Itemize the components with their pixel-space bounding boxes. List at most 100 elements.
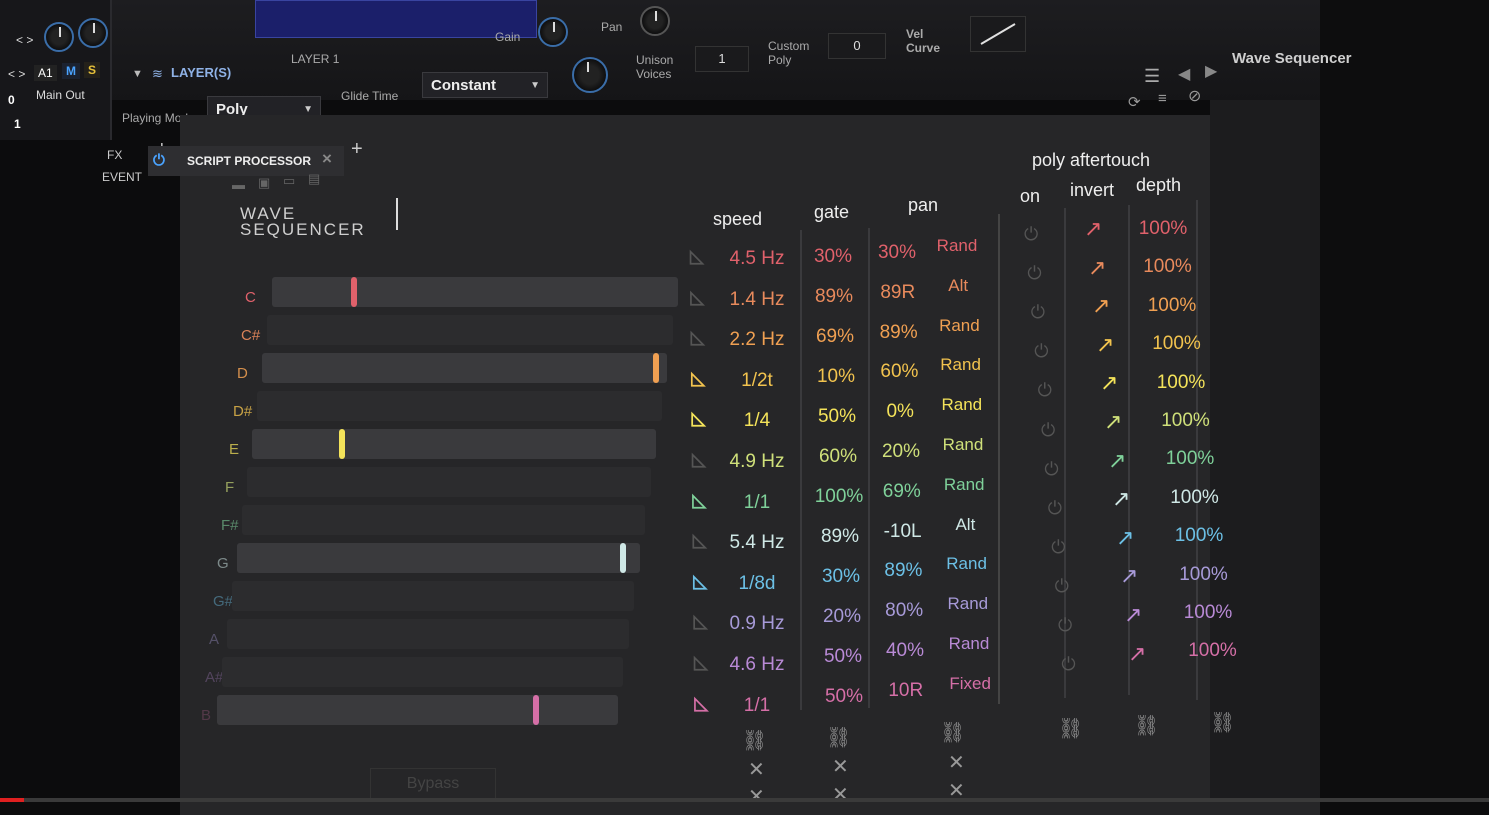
lock-icon[interactable]: ▣: [258, 175, 270, 191]
wave-position-marker[interactable]: [338, 429, 345, 459]
pan-mode[interactable]: Fixed: [925, 674, 1015, 694]
sync-icon[interactable]: ◺: [692, 490, 706, 511]
aftertouch-on-toggle[interactable]: ⏻: [1058, 615, 1072, 636]
depth-value[interactable]: 100%: [1159, 564, 1249, 586]
link-icon[interactable]: ⛓: [1210, 710, 1235, 735]
wave-bar[interactable]: [222, 657, 623, 687]
pan-mode[interactable]: Rand: [923, 594, 1013, 614]
depth-value[interactable]: 100%: [1154, 525, 1244, 547]
clear-icon[interactable]: ✕: [948, 750, 965, 775]
aftertouch-on-toggle[interactable]: ⏻: [1027, 263, 1041, 284]
next-preset-icon[interactable]: ▶: [1205, 61, 1217, 81]
wave-bar[interactable]: [257, 391, 662, 421]
aftertouch-on-toggle[interactable]: ⏻: [1038, 380, 1052, 401]
nav-arrows-2[interactable]: < >: [8, 67, 25, 81]
clear-icon[interactable]: ✕: [832, 782, 849, 807]
depth-value[interactable]: 100%: [1118, 218, 1208, 240]
invert-arrow-icon[interactable]: ↗: [1104, 409, 1122, 435]
invert-arrow-icon[interactable]: ↗: [1084, 216, 1102, 242]
folder-icon[interactable]: ▬: [232, 177, 245, 192]
main-out-selector[interactable]: Main Out: [36, 88, 85, 102]
speed-value[interactable]: 5.4 Hz: [712, 532, 802, 554]
aftertouch-on-toggle[interactable]: ⏻: [1024, 224, 1038, 245]
sync-icon[interactable]: ◺: [692, 449, 706, 470]
wave-position-marker[interactable]: [351, 277, 357, 307]
link-icon[interactable]: ⛓: [1058, 716, 1083, 741]
event-tab-label[interactable]: EVENT: [102, 170, 142, 184]
speed-value[interactable]: 1/2t: [712, 370, 802, 392]
invert-arrow-icon[interactable]: ↗: [1124, 602, 1142, 628]
invert-arrow-icon[interactable]: ↗: [1120, 563, 1138, 589]
gain-knob[interactable]: [538, 17, 568, 47]
invert-arrow-icon[interactable]: ↗: [1092, 293, 1110, 319]
sync-icon[interactable]: ◺: [691, 368, 705, 389]
pan-mode[interactable]: Rand: [917, 395, 1007, 415]
glide-mode-dropdown[interactable]: Constant ▼: [422, 72, 548, 98]
invert-arrow-icon[interactable]: ↗: [1100, 370, 1118, 396]
speed-value[interactable]: 1/8d: [712, 573, 802, 595]
vel-curve-display[interactable]: [970, 16, 1026, 52]
depth-value[interactable]: 100%: [1132, 333, 1222, 355]
refresh-icon[interactable]: ⟳: [1128, 93, 1141, 111]
invert-arrow-icon[interactable]: ↗: [1096, 332, 1114, 358]
strip-knob-1[interactable]: [44, 22, 74, 52]
wave-position-marker[interactable]: [653, 353, 660, 383]
bypass-circle-icon[interactable]: ⊘: [1188, 86, 1201, 106]
bus-a1[interactable]: A1: [34, 65, 57, 81]
link-icon[interactable]: ⛓: [1134, 713, 1159, 738]
aftertouch-on-toggle[interactable]: ⏻: [1061, 654, 1075, 675]
wave-bar[interactable]: [227, 619, 629, 649]
pan-mode[interactable]: Rand: [912, 236, 1002, 256]
power-icon[interactable]: ⏻: [153, 152, 165, 169]
close-icon[interactable]: ×: [322, 149, 332, 169]
pan-knob[interactable]: [640, 6, 670, 36]
pan-mode[interactable]: Alt: [920, 515, 1010, 535]
mute-button[interactable]: M: [62, 63, 80, 79]
wave-bar[interactable]: [267, 315, 673, 345]
wave-bar[interactable]: [247, 467, 651, 497]
aftertouch-on-toggle[interactable]: ⏻: [1048, 498, 1062, 519]
glide-time-knob[interactable]: [572, 57, 608, 93]
depth-value[interactable]: 100%: [1141, 410, 1231, 432]
depth-value[interactable]: 100%: [1145, 448, 1235, 470]
speed-value[interactable]: 0.9 Hz: [712, 613, 802, 635]
depth-value[interactable]: 100%: [1168, 640, 1258, 662]
invert-arrow-icon[interactable]: ↗: [1112, 486, 1130, 512]
wave-bar[interactable]: [237, 543, 640, 573]
clear-icon[interactable]: ✕: [748, 784, 765, 809]
list-icon[interactable]: ≡: [1158, 90, 1167, 107]
wave-position-marker[interactable]: [533, 695, 539, 725]
speed-value[interactable]: 1/4: [712, 410, 802, 432]
invert-arrow-icon[interactable]: ↗: [1116, 525, 1134, 551]
nav-arrows[interactable]: < >: [16, 33, 33, 47]
sync-icon[interactable]: ◺: [693, 530, 707, 551]
sync-icon[interactable]: ◺: [690, 287, 704, 308]
wave-bar[interactable]: [272, 277, 678, 307]
pan-mode[interactable]: Rand: [916, 355, 1006, 375]
pan-mode[interactable]: Rand: [918, 435, 1008, 455]
depth-value[interactable]: 100%: [1127, 295, 1217, 317]
pan-mode[interactable]: Rand: [924, 634, 1014, 654]
clear-icon[interactable]: ✕: [748, 757, 765, 782]
invert-arrow-icon[interactable]: ↗: [1108, 448, 1126, 474]
sync-icon[interactable]: ◺: [690, 246, 704, 267]
aftertouch-on-toggle[interactable]: ⏻: [1031, 302, 1045, 323]
custom-poly-field[interactable]: 0: [828, 33, 886, 59]
save-icon[interactable]: ▤: [308, 171, 320, 187]
wave-bar[interactable]: [217, 695, 618, 725]
aftertouch-on-toggle[interactable]: ⏻: [1041, 420, 1055, 441]
aftertouch-on-toggle[interactable]: ⏻: [1055, 576, 1069, 597]
sync-icon[interactable]: ◺: [692, 408, 706, 429]
preset-name[interactable]: Wave Sequencer: [1232, 50, 1352, 67]
pan-mode[interactable]: Rand: [922, 554, 1012, 574]
aftertouch-on-toggle[interactable]: ⏻: [1034, 341, 1048, 362]
depth-value[interactable]: 100%: [1150, 487, 1240, 509]
clear-icon[interactable]: ✕: [832, 754, 849, 779]
sync-icon[interactable]: ◺: [691, 327, 705, 348]
depth-value[interactable]: 100%: [1136, 372, 1226, 394]
sync-icon[interactable]: ◺: [694, 652, 708, 673]
prev-preset-icon[interactable]: ◀: [1178, 64, 1190, 84]
wave-bar[interactable]: [252, 429, 656, 459]
wave-bar[interactable]: [242, 505, 645, 535]
invert-arrow-icon[interactable]: ↗: [1088, 255, 1106, 281]
